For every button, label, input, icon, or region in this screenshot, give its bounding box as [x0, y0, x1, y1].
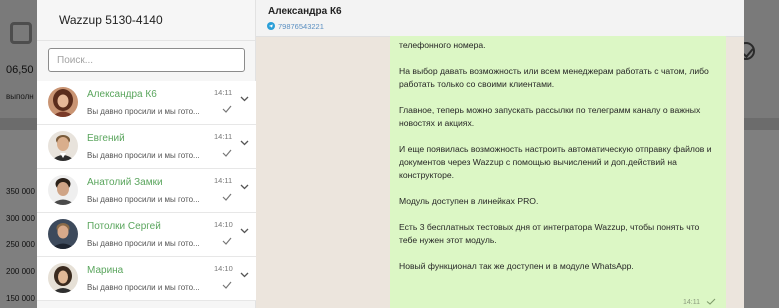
chat-preview: Вы давно просили и мы гото... [87, 151, 200, 160]
contact-name: Александра К6 [268, 6, 342, 17]
chat-contact-name: Потолки Сергей [87, 221, 161, 232]
check-icon [222, 237, 232, 245]
message-paragraph: И еще появилась возможность настроить ав… [399, 144, 712, 180]
message-paragraph: Главное, теперь можно запускать рассылки… [399, 105, 701, 128]
account-title: Wazzup 5130-4140 [37, 0, 255, 41]
chat-sidebar: Wazzup 5130-4140 Александра К6 14:11 Вы … [37, 0, 256, 308]
check-icon [222, 281, 232, 289]
message-time: 14:11 [683, 299, 700, 306]
chat-list-item[interactable]: Марина 14:10 Вы давно просили и мы гото.… [37, 257, 256, 301]
chat-time: 14:11 [214, 176, 233, 185]
chat-time: 14:11 [214, 88, 233, 97]
chevron-down-icon[interactable] [240, 272, 249, 278]
chat-preview: Вы давно просили и мы гото... [87, 283, 200, 292]
chevron-down-icon[interactable] [240, 96, 249, 102]
telegram-icon [267, 22, 275, 30]
avatar [48, 263, 78, 293]
chevron-down-icon[interactable] [240, 228, 249, 234]
conversation-panel: Александра К6 79876543221 телефонного но… [256, 0, 744, 308]
message-paragraph: Модуль доступен в линейках PRO. [399, 196, 539, 206]
chat-time: 14:10 [214, 220, 233, 229]
chat-list-item[interactable]: Евгений 14:11 Вы давно просили и мы гото… [37, 125, 256, 169]
check-icon [222, 149, 232, 157]
contact-phone: 79876543221 [278, 22, 324, 31]
chevron-down-icon[interactable] [240, 140, 249, 146]
chat-contact-name: Евгений [87, 133, 125, 144]
message-paragraph: телефонного номера. [399, 40, 486, 50]
message-paragraph: На выбор давать возможность или всем мен… [399, 66, 709, 89]
chat-list-item[interactable]: Потолки Сергей 14:10 Вы давно просили и … [37, 213, 256, 257]
avatar [48, 219, 78, 249]
message-paragraph: Есть 3 бесплатных тестовых дня от интегр… [399, 222, 700, 245]
avatar [48, 87, 78, 117]
chat-modal: Wazzup 5130-4140 Александра К6 14:11 Вы … [37, 0, 744, 308]
message-bubble: телефонного номера. На выбор давать возм… [390, 36, 726, 308]
conversation-header: Александра К6 79876543221 [256, 0, 744, 37]
chat-preview: Вы давно просили и мы гото... [87, 195, 200, 204]
check-icon [222, 105, 232, 113]
chat-contact-name: Марина [87, 265, 124, 276]
check-icon [222, 193, 232, 201]
chat-preview: Вы давно просили и мы гото... [87, 239, 200, 248]
chat-list: Александра К6 14:11 Вы давно просили и м… [37, 81, 256, 301]
message-paragraph: Новый функционал так же доступен и в мод… [399, 261, 634, 271]
chat-contact-name: Александра К6 [87, 89, 157, 100]
check-icon [706, 298, 716, 305]
chat-time: 14:11 [214, 132, 233, 141]
avatar [48, 131, 78, 161]
avatar [48, 175, 78, 205]
chat-preview: Вы давно просили и мы гото... [87, 107, 200, 116]
chat-list-item[interactable]: Анатолий Замки 14:11 Вы давно просили и … [37, 169, 256, 213]
chat-contact-name: Анатолий Замки [87, 177, 163, 188]
chat-time: 14:10 [214, 264, 233, 273]
chat-list-item[interactable]: Александра К6 14:11 Вы давно просили и м… [37, 81, 256, 125]
chevron-down-icon[interactable] [240, 184, 249, 190]
search-input[interactable] [48, 48, 245, 72]
